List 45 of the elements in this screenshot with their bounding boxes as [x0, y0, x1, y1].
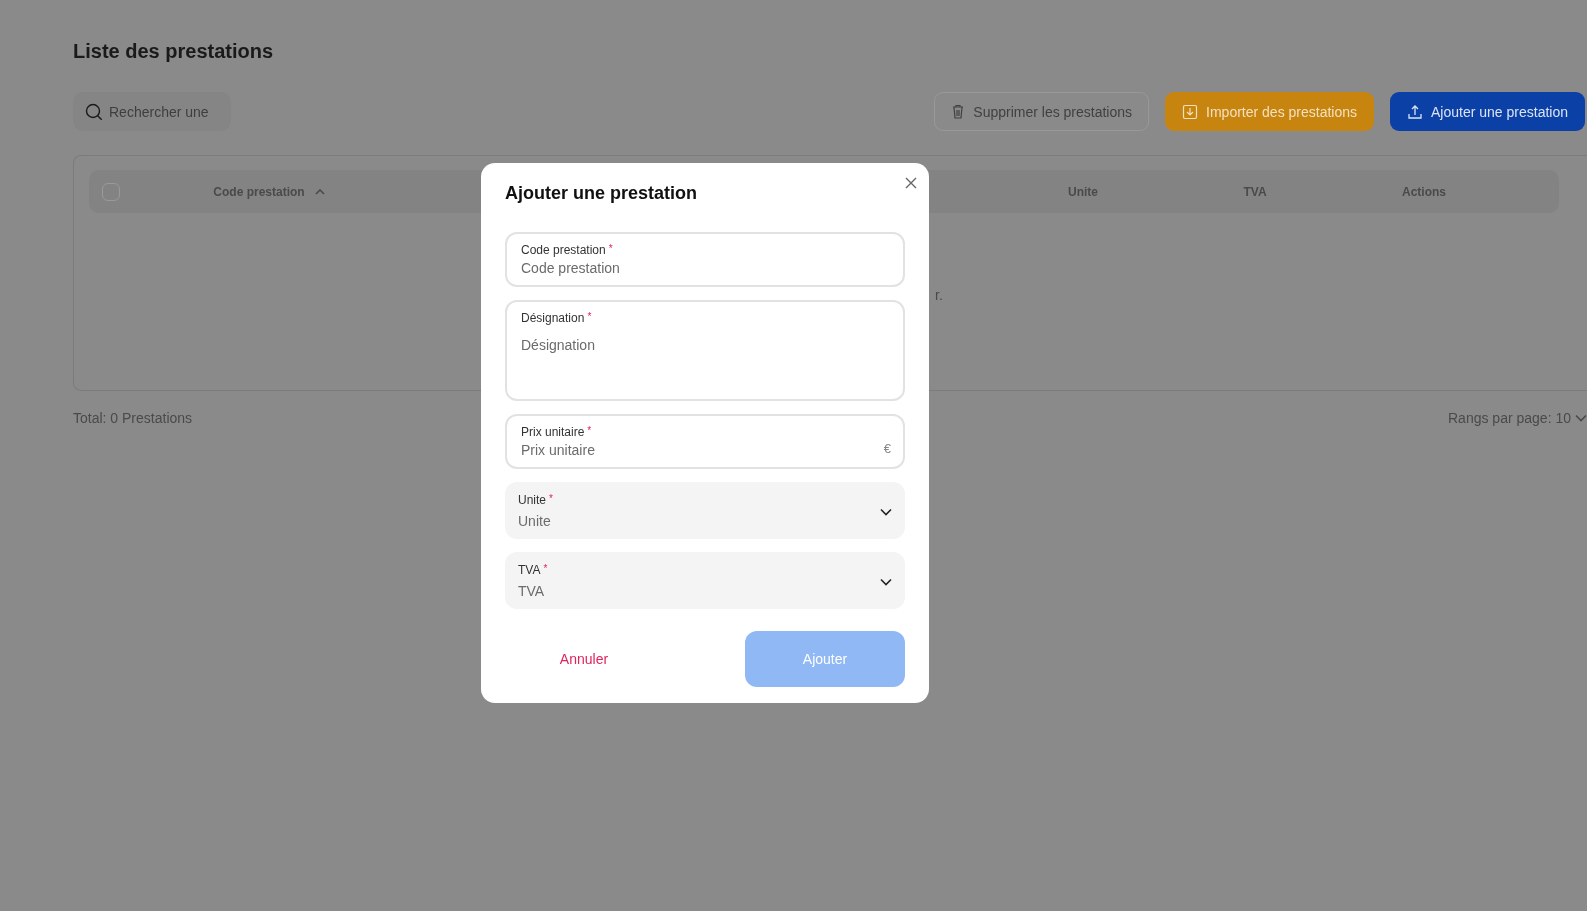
empty-message: r. — [935, 287, 943, 303]
dialog-title: Ajouter une prestation — [505, 183, 697, 204]
close-icon — [905, 177, 917, 189]
field-label: TVA — [518, 562, 541, 577]
sort-up-icon — [314, 188, 325, 195]
chevron-down-icon — [880, 577, 892, 586]
column-header[interactable]: Unite — [1068, 184, 1098, 199]
search-field[interactable]: Rechercher une — [73, 92, 231, 131]
select-field[interactable]: Unite * Unite — [505, 482, 905, 539]
required-mark: * — [587, 311, 592, 324]
input-field[interactable]: Prix unitaire * Prix unitaire € — [505, 414, 905, 469]
search-placeholder: Rechercher une — [109, 103, 209, 120]
required-mark: * — [608, 243, 613, 256]
import-button[interactable]: Importer des prestations — [1165, 92, 1374, 131]
required-mark: * — [587, 425, 592, 438]
column-header[interactable]: Actions — [1402, 184, 1446, 199]
search-icon — [85, 102, 103, 121]
column-header[interactable]: TVA — [1243, 184, 1267, 199]
required-mark: * — [543, 562, 548, 576]
cancel-button[interactable]: Annuler — [505, 641, 663, 677]
required-mark: * — [549, 492, 553, 506]
trash-icon — [951, 104, 966, 119]
field-label: Désignation — [521, 311, 585, 325]
placeholder-text: TVA — [518, 582, 545, 599]
upload-icon — [1407, 103, 1423, 120]
download-icon — [1182, 103, 1199, 120]
column-header[interactable]: Code prestation — [213, 184, 305, 199]
placeholder-text: Prix unitaire — [521, 442, 595, 458]
textarea-field[interactable]: Désignation * Désignation — [505, 300, 905, 401]
field-label: Unite — [518, 492, 546, 507]
add-button[interactable]: Ajouter une prestation — [1390, 92, 1585, 131]
field-label: Code prestation — [521, 243, 606, 257]
placeholder-text: Code prestation — [521, 260, 620, 276]
currency-suffix: € — [883, 441, 891, 456]
field-label: Prix unitaire — [521, 425, 585, 439]
close-button[interactable] — [903, 175, 919, 191]
input-field[interactable]: Code prestation * Code prestation — [505, 232, 905, 287]
select-field[interactable]: TVA * TVA — [505, 552, 905, 609]
total-count: Total: 0 Prestations — [73, 410, 193, 426]
chevron-down-icon — [1575, 414, 1587, 422]
chevron-down-icon — [880, 507, 892, 516]
placeholder-text: Unite — [518, 512, 551, 529]
page-title: Liste des prestations — [73, 40, 275, 64]
rows-per-page-select[interactable]: Rangs par page: 10 — [1448, 410, 1587, 426]
placeholder-text: Désignation — [521, 337, 595, 353]
